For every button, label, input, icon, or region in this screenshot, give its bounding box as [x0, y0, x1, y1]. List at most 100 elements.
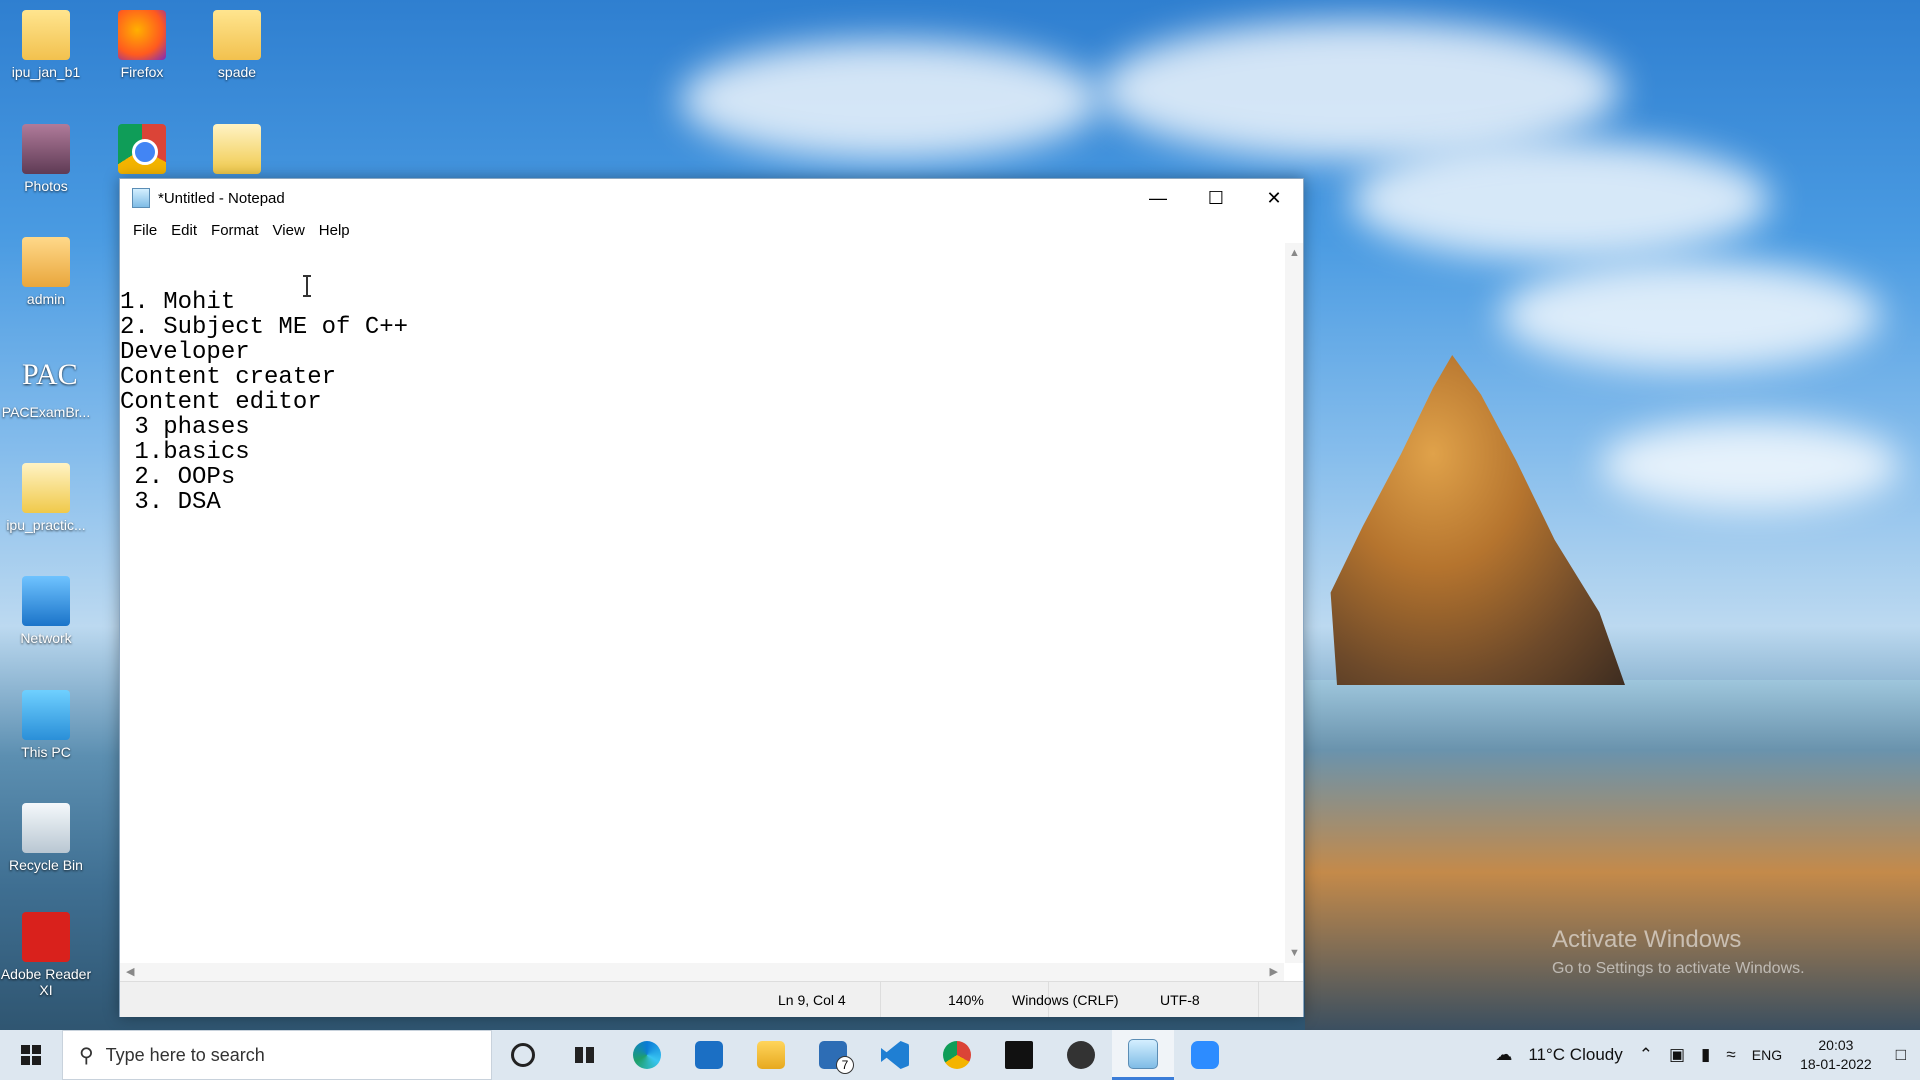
- taskbar-notepad[interactable]: [1112, 1030, 1174, 1080]
- activation-watermark: Activate Windows Go to Settings to activ…: [1552, 926, 1805, 978]
- weather-icon: ☁: [1495, 1045, 1513, 1064]
- windows-logo-icon: [21, 1045, 41, 1065]
- scroll-up-icon[interactable]: ▲: [1289, 247, 1300, 259]
- taskbar-search[interactable]: ⚲ Type here to search: [62, 1030, 492, 1080]
- taskbar-chrome[interactable]: [926, 1030, 988, 1080]
- chrome-icon: [943, 1041, 971, 1069]
- desktop-icon-chrome[interactable]: [96, 124, 188, 178]
- folder-icon: [213, 10, 261, 60]
- desktop-icon-firefox[interactable]: Firefox: [96, 10, 188, 80]
- desktop-icon-this-pc[interactable]: This PC: [0, 690, 92, 760]
- desktop-icon-admin[interactable]: admin: [0, 237, 92, 307]
- taskbar-obs[interactable]: [1050, 1030, 1112, 1080]
- window-title: *Untitled - Notepad: [158, 189, 285, 207]
- menu-help[interactable]: Help: [312, 220, 357, 241]
- notifications-icon[interactable]: □: [1896, 1045, 1906, 1065]
- desktop-icon-pacexambr[interactable]: PAC PACExamBr...: [0, 350, 92, 420]
- scroll-right-icon[interactable]: ▶: [1270, 965, 1278, 978]
- user-folder-icon: [22, 237, 70, 287]
- line-ending: Windows (CRLF): [1012, 992, 1119, 1008]
- taskbar: ⚲ Type here to search 7 ☁ 11°C Cloudy ⌃: [0, 1030, 1920, 1080]
- menu-view[interactable]: View: [266, 220, 312, 241]
- obs-icon: [1067, 1041, 1095, 1069]
- desktop-icon-document[interactable]: [191, 124, 283, 178]
- clock[interactable]: 20:03 18-01-2022: [1800, 1036, 1872, 1074]
- text-cursor-icon: [303, 275, 311, 297]
- vertical-scrollbar[interactable]: ▲ ▼: [1285, 243, 1303, 963]
- language-indicator[interactable]: ENG: [1752, 1047, 1782, 1063]
- store-icon: [695, 1041, 723, 1069]
- start-button[interactable]: [0, 1030, 62, 1080]
- this-pc-icon: [22, 690, 70, 740]
- scroll-down-icon[interactable]: ▼: [1289, 947, 1300, 959]
- maximize-icon: ☐: [1207, 187, 1225, 208]
- taskbar-file-explorer[interactable]: [740, 1030, 802, 1080]
- taskbar-mail[interactable]: 7: [802, 1030, 864, 1080]
- taskbar-terminal[interactable]: [988, 1030, 1050, 1080]
- taskbar-store[interactable]: [678, 1030, 740, 1080]
- chrome-icon: [118, 124, 166, 174]
- document-icon: [213, 124, 261, 174]
- text-editor[interactable]: 1. Mohit 2. Subject ME of C++ Developer …: [120, 243, 1284, 963]
- watermark-title: Activate Windows: [1552, 926, 1742, 953]
- pac-icon: PAC: [22, 358, 78, 391]
- minimize-icon: —: [1149, 187, 1167, 208]
- folder-icon: [22, 10, 70, 60]
- taskbar-edge[interactable]: [616, 1030, 678, 1080]
- camera-icon[interactable]: ▣: [1669, 1045, 1685, 1065]
- search-icon: ⚲: [79, 1044, 94, 1067]
- document-icon: [22, 463, 70, 513]
- system-tray: ☁ 11°C Cloudy ⌃ ▣ ▮ ≈ ENG 20:03 18-01-20…: [1487, 1030, 1920, 1080]
- search-placeholder: Type here to search: [105, 1044, 265, 1065]
- menu-format[interactable]: Format: [204, 220, 266, 241]
- zoom-level: 140%: [948, 992, 984, 1008]
- task-view-button[interactable]: [554, 1030, 616, 1080]
- status-bar: Ln 9, Col 4 140% Windows (CRLF) UTF-8: [120, 981, 1303, 1017]
- menu-edit[interactable]: Edit: [164, 220, 204, 241]
- show-hidden-icons-icon[interactable]: ⌃: [1639, 1045, 1653, 1065]
- recycle-bin-icon: [22, 803, 70, 853]
- desktop-icon-ipu-jan-b1[interactable]: ipu_jan_b1: [0, 10, 92, 80]
- menu-file[interactable]: File: [126, 220, 164, 241]
- maximize-button[interactable]: ☐: [1187, 179, 1245, 217]
- desktop-icon-adobe-reader[interactable]: Adobe Reader XI: [0, 912, 92, 998]
- desktop-icon-recycle-bin[interactable]: Recycle Bin: [0, 803, 92, 873]
- cortana-button[interactable]: [492, 1030, 554, 1080]
- edge-icon: [633, 1041, 661, 1069]
- adobe-reader-icon: [22, 912, 70, 962]
- notepad-icon: [1128, 1038, 1158, 1069]
- desktop-icon-ipu-practic[interactable]: ipu_practic...: [0, 463, 92, 533]
- weather-widget[interactable]: 11°C Cloudy: [1528, 1045, 1622, 1065]
- battery-icon[interactable]: ▮: [1701, 1045, 1710, 1065]
- desktop-icon-network[interactable]: Network: [0, 576, 92, 646]
- desktop-icon-photos[interactable]: Photos: [0, 124, 92, 194]
- horizontal-scrollbar[interactable]: ◀ ▶: [120, 963, 1284, 981]
- menu-bar: File Edit Format View Help: [120, 217, 1303, 243]
- file-explorer-icon: [757, 1041, 785, 1069]
- notepad-icon: [132, 188, 150, 208]
- close-button[interactable]: ✕: [1245, 179, 1303, 217]
- task-view-icon: [571, 1041, 599, 1069]
- editor-content[interactable]: 1. Mohit 2. Subject ME of C++ Developer …: [120, 265, 408, 515]
- wifi-icon[interactable]: ≈: [1726, 1045, 1735, 1065]
- photos-icon: [22, 124, 70, 174]
- desktop-icon-spade[interactable]: spade: [191, 10, 283, 80]
- network-icon: [22, 576, 70, 626]
- mail-badge: 7: [836, 1056, 854, 1074]
- encoding: UTF-8: [1160, 992, 1200, 1008]
- cortana-icon: [511, 1043, 535, 1067]
- zoom-app-icon: [1191, 1041, 1219, 1069]
- close-icon: ✕: [1266, 187, 1282, 208]
- clock-date: 18-01-2022: [1800, 1056, 1872, 1072]
- scroll-left-icon[interactable]: ◀: [126, 965, 134, 978]
- terminal-icon: [1005, 1041, 1033, 1069]
- notepad-window: *Untitled - Notepad — ☐ ✕ File Edit Form…: [119, 178, 1304, 1017]
- watermark-subtitle: Go to Settings to activate Windows.: [1552, 960, 1805, 977]
- cursor-position: Ln 9, Col 4: [778, 992, 846, 1008]
- vscode-icon: [881, 1041, 909, 1069]
- minimize-button[interactable]: —: [1129, 179, 1187, 217]
- clock-time: 20:03: [1818, 1037, 1854, 1053]
- taskbar-zoom[interactable]: [1174, 1030, 1236, 1080]
- title-bar[interactable]: *Untitled - Notepad — ☐ ✕: [120, 179, 1303, 217]
- taskbar-vscode[interactable]: [864, 1030, 926, 1080]
